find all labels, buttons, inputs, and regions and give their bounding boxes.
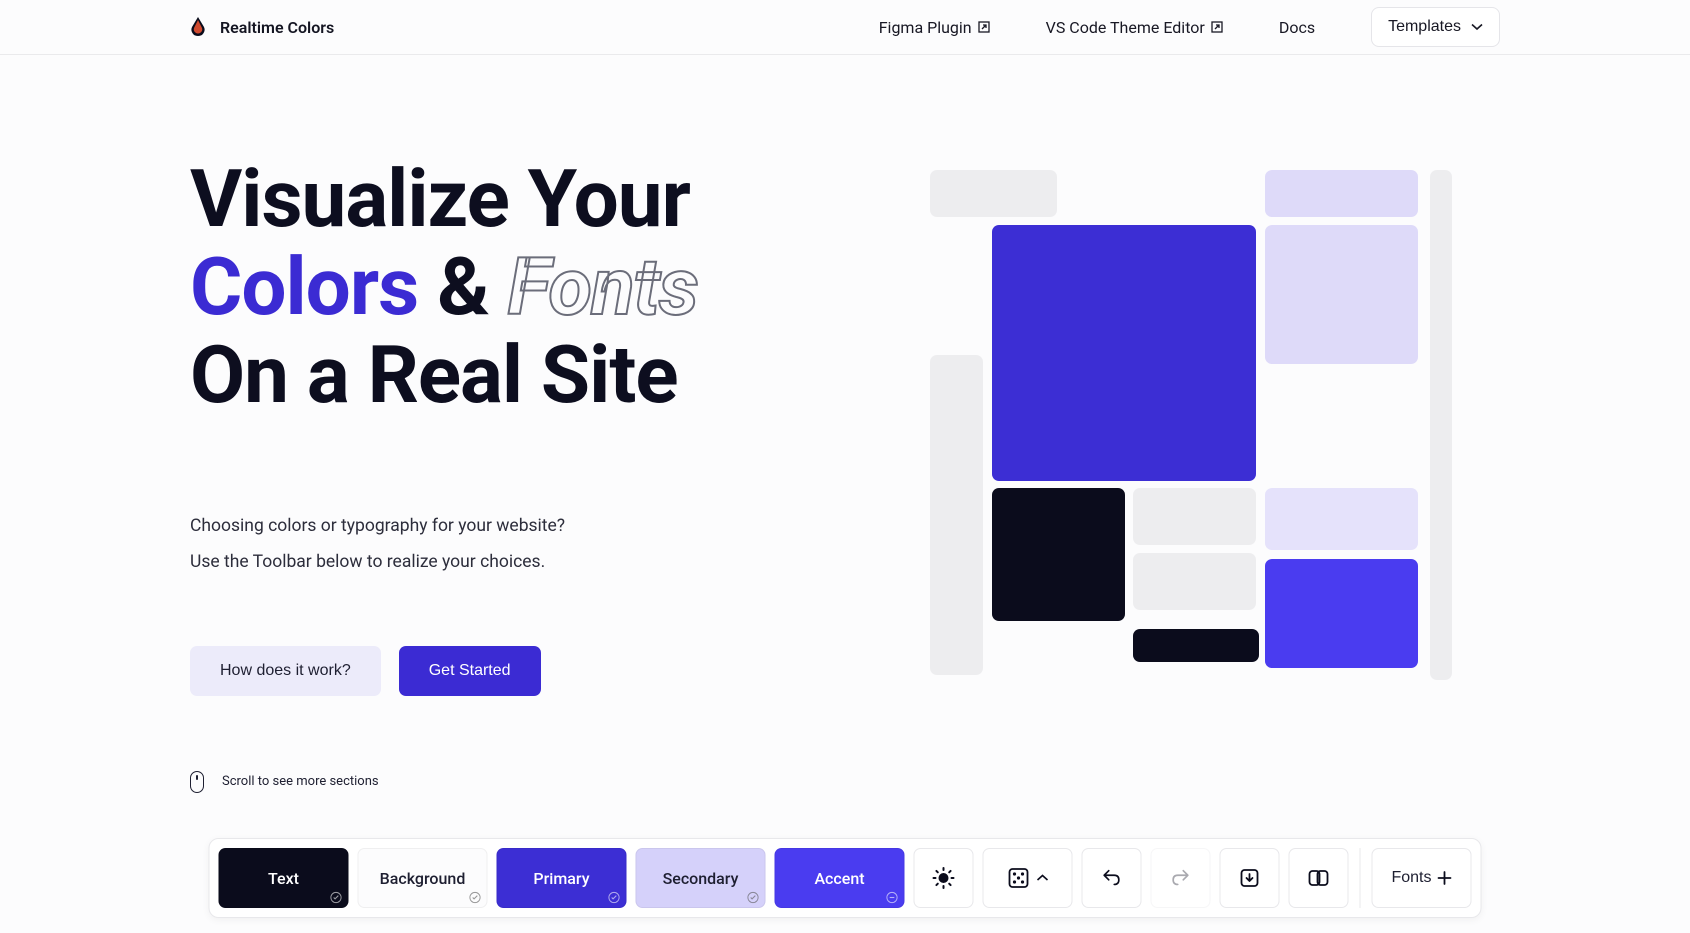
hero-content: Visualize Your Colors & Fonts On a Real … bbox=[190, 155, 830, 793]
accent-color-swatch[interactable]: Accent bbox=[775, 848, 905, 908]
color-toolbar: Text Background Primary Secondary Accent bbox=[209, 838, 1482, 918]
preview-block bbox=[1265, 225, 1418, 364]
preview-block bbox=[992, 225, 1256, 481]
swatch-label: Secondary bbox=[663, 869, 739, 888]
title-line-1: Visualize Your bbox=[190, 152, 690, 246]
lock-status-icon bbox=[886, 891, 899, 904]
desc-line-2: Use the Toolbar below to realize your ch… bbox=[190, 545, 830, 581]
title-ampersand: & bbox=[418, 240, 507, 334]
scroll-hint: Scroll to see more sections bbox=[190, 771, 830, 793]
get-started-button[interactable]: Get Started bbox=[399, 646, 541, 696]
fonts-button[interactable]: Fonts bbox=[1372, 848, 1472, 908]
title-colors-word: Colors bbox=[190, 240, 418, 334]
external-link-icon bbox=[1211, 21, 1223, 33]
fonts-label: Fonts bbox=[1391, 869, 1431, 887]
preview-block bbox=[1265, 170, 1418, 217]
hero-buttons: How does it work? Get Started bbox=[190, 646, 830, 696]
preview-block bbox=[1133, 553, 1256, 610]
external-link-icon bbox=[978, 21, 990, 33]
text-color-swatch[interactable]: Text bbox=[219, 848, 349, 908]
hero-description: Choosing colors or typography for your w… bbox=[190, 509, 830, 581]
brand-name: Realtime Colors bbox=[220, 18, 334, 37]
title-line-3: On a Real Site bbox=[190, 328, 678, 422]
nav-docs[interactable]: Docs bbox=[1279, 18, 1315, 37]
preview-block bbox=[1430, 170, 1452, 680]
header: Realtime Colors Figma Plugin VS Code The… bbox=[0, 0, 1690, 55]
swatch-label: Text bbox=[268, 869, 299, 888]
scroll-hint-text: Scroll to see more sections bbox=[222, 774, 379, 789]
preview-block bbox=[1265, 488, 1418, 550]
nav-vscode-editor[interactable]: VS Code Theme Editor bbox=[1046, 18, 1223, 37]
redo-button[interactable] bbox=[1151, 848, 1211, 908]
secondary-color-swatch[interactable]: Secondary bbox=[636, 848, 766, 908]
hero-section: Visualize Your Colors & Fonts On a Real … bbox=[0, 55, 1690, 793]
lock-status-icon bbox=[608, 891, 621, 904]
undo-icon bbox=[1101, 867, 1123, 889]
templates-dropdown[interactable]: Templates bbox=[1371, 7, 1500, 47]
plus-icon bbox=[1438, 871, 1452, 885]
primary-color-swatch[interactable]: Primary bbox=[497, 848, 627, 908]
preview-block bbox=[1265, 559, 1418, 668]
swatch-label: Background bbox=[380, 869, 466, 888]
theme-toggle-button[interactable] bbox=[914, 848, 974, 908]
undo-button[interactable] bbox=[1082, 848, 1142, 908]
download-icon bbox=[1238, 866, 1262, 890]
share-link-icon bbox=[1307, 866, 1331, 890]
hero-title: Visualize Your Colors & Fonts On a Real … bbox=[190, 155, 830, 419]
export-button[interactable] bbox=[1220, 848, 1280, 908]
sun-icon bbox=[932, 866, 956, 890]
nav-figma-plugin[interactable]: Figma Plugin bbox=[879, 18, 990, 37]
nav-label: VS Code Theme Editor bbox=[1046, 18, 1205, 37]
preview-block bbox=[992, 488, 1125, 621]
redo-icon bbox=[1170, 867, 1192, 889]
lock-status-icon bbox=[330, 891, 343, 904]
preview-block bbox=[930, 355, 983, 675]
preview-block bbox=[1133, 629, 1259, 662]
color-preview-mondrian bbox=[930, 170, 1440, 680]
main-nav: Figma Plugin VS Code Theme Editor Docs T… bbox=[879, 7, 1500, 47]
background-color-swatch[interactable]: Background bbox=[358, 848, 488, 908]
randomize-button[interactable] bbox=[983, 848, 1073, 908]
preview-block bbox=[930, 170, 1057, 217]
how-it-works-button[interactable]: How does it work? bbox=[190, 646, 381, 696]
logo-group[interactable]: Realtime Colors bbox=[190, 17, 334, 37]
chevron-down-icon bbox=[1471, 23, 1483, 31]
lock-status-icon bbox=[469, 891, 482, 904]
swatch-label: Primary bbox=[533, 869, 589, 888]
title-fonts-word: Fonts bbox=[508, 240, 698, 334]
desc-line-1: Choosing colors or typography for your w… bbox=[190, 509, 830, 545]
nav-label: Figma Plugin bbox=[879, 18, 972, 37]
templates-label: Templates bbox=[1388, 18, 1461, 36]
mouse-scroll-icon bbox=[190, 771, 204, 793]
dice-icon bbox=[1007, 866, 1031, 890]
swatch-label: Accent bbox=[814, 869, 864, 888]
lock-status-icon bbox=[747, 891, 760, 904]
chevron-up-icon bbox=[1037, 874, 1049, 882]
logo-icon bbox=[190, 17, 206, 37]
toolbar-divider bbox=[1360, 848, 1361, 908]
share-button[interactable] bbox=[1289, 848, 1349, 908]
preview-block bbox=[1133, 488, 1256, 545]
nav-label: Docs bbox=[1279, 18, 1315, 37]
